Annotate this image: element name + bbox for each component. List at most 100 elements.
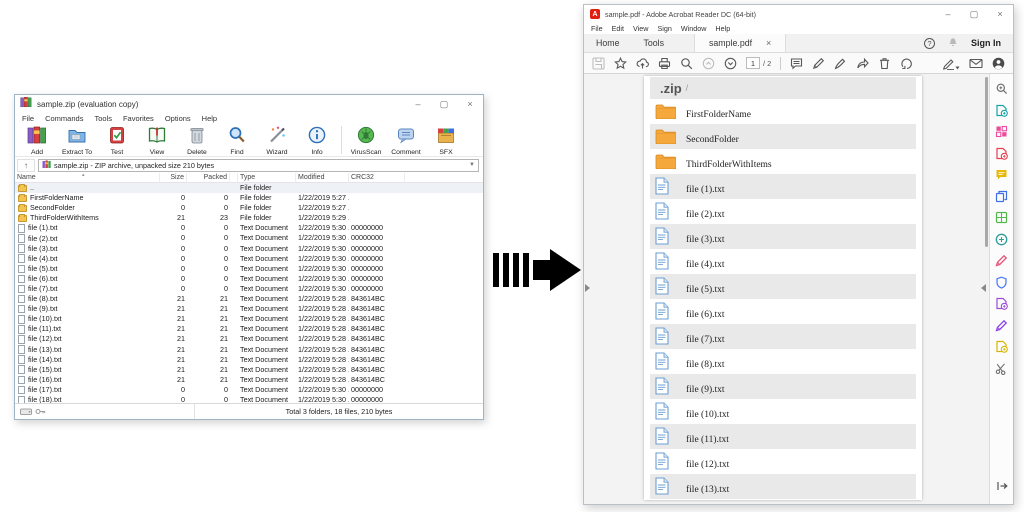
pdf-item-row[interactable]: FirstFolderName [650, 99, 916, 124]
menu-item-file[interactable]: File [22, 114, 34, 123]
redact-icon[interactable] [990, 293, 1013, 315]
column-header-name[interactable]: Name [15, 173, 160, 183]
pdf-item-row[interactable]: file (7).txt [650, 324, 916, 349]
menu-item-view[interactable]: View [633, 24, 648, 33]
file-row[interactable]: file (4).txt00Text Document1/22/2019 5:3… [15, 254, 483, 264]
pdf-item-row[interactable]: file (11).txt [650, 424, 916, 449]
ink-sign-icon[interactable] [834, 57, 847, 70]
vertical-scrollbar[interactable] [985, 77, 988, 247]
file-row[interactable]: file (5).txt00Text Document1/22/2019 5:3… [15, 264, 483, 274]
envelope-icon[interactable] [969, 57, 983, 70]
pdf-item-row[interactable]: file (10).txt [650, 399, 916, 424]
help-icon[interactable]: ? [924, 38, 935, 49]
menu-item-help[interactable]: Help [715, 24, 730, 33]
toolbar-button-info[interactable]: Info [297, 124, 337, 156]
collapse-tools-pane-icon[interactable] [981, 284, 986, 292]
column-header-modified[interactable]: Modified [296, 173, 349, 183]
toolbar-button-delete[interactable]: Delete [177, 124, 217, 156]
file-row[interactable]: file (8).txt2121Text Document1/22/2019 5… [15, 294, 483, 304]
sign-in-button[interactable]: Sign In [971, 38, 1001, 48]
search-tool-icon[interactable] [990, 78, 1013, 100]
close-tab-icon[interactable]: × [766, 38, 771, 48]
esign-icon[interactable] [943, 57, 960, 70]
pdf-item-row[interactable]: file (12).txt [650, 449, 916, 474]
file-row[interactable]: file (10).txt2121Text Document1/22/2019 … [15, 314, 483, 324]
menu-item-file[interactable]: File [591, 24, 603, 33]
file-row[interactable]: file (16).txt2121Text Document1/22/2019 … [15, 375, 483, 385]
combine-files-icon[interactable] [990, 186, 1013, 208]
menu-item-options[interactable]: Options [165, 114, 191, 123]
toolbar-button-virusscan[interactable]: VirusScan [346, 124, 386, 156]
menu-item-favorites[interactable]: Favorites [123, 114, 154, 123]
comment-icon[interactable] [790, 57, 803, 70]
save-icon[interactable] [592, 57, 605, 70]
pdf-item-row[interactable]: SecondFolder [650, 124, 916, 149]
file-row[interactable]: file (15).txt2121Text Document1/22/2019 … [15, 365, 483, 375]
column-header-packed[interactable]: Packed [187, 173, 230, 183]
toolbar-button-test[interactable]: Test [97, 124, 137, 156]
edit-pdf-icon[interactable] [990, 143, 1013, 165]
minimize-button[interactable]: – [405, 95, 431, 113]
toolbar-button-wizard[interactable]: Wizard [257, 124, 297, 156]
pdf-item-row[interactable]: file (2).txt [650, 199, 916, 224]
close-button[interactable]: × [457, 95, 483, 113]
protect-pdf-icon[interactable] [990, 272, 1013, 294]
request-signatures-icon[interactable] [990, 336, 1013, 358]
pdf-item-row[interactable]: file (5).txt [650, 274, 916, 299]
measure-icon[interactable] [990, 315, 1013, 337]
file-row[interactable]: file (6).txt00Text Document1/22/2019 5:3… [15, 274, 483, 284]
export-pdf-icon[interactable] [990, 100, 1013, 122]
print-icon[interactable] [658, 57, 671, 70]
file-row[interactable]: file (2).txt00Text Document1/22/2019 5:3… [15, 233, 483, 243]
pdf-item-row[interactable]: file (4).txt [650, 249, 916, 274]
compress-pdf-icon[interactable] [990, 229, 1013, 251]
pencil-icon[interactable] [812, 57, 825, 70]
star-icon[interactable] [614, 57, 627, 70]
toolbar-button-add[interactable]: Add [17, 124, 57, 156]
maximize-button[interactable]: ▢ [961, 5, 987, 23]
expand-nav-pane-icon[interactable] [585, 284, 590, 292]
trash-icon[interactable] [878, 57, 891, 70]
pdf-item-row[interactable]: ThirdFolderWithItems [650, 149, 916, 174]
winrar-titlebar[interactable]: sample.zip (evaluation copy) – ▢ × [15, 95, 483, 113]
menu-item-edit[interactable]: Edit [612, 24, 624, 33]
file-row[interactable]: file (14).txt2121Text Document1/22/2019 … [15, 355, 483, 365]
menu-item-sign[interactable]: Sign [657, 24, 671, 33]
toolbar-button-find[interactable]: Find [217, 124, 257, 156]
file-row[interactable]: file (9).txt2121Text Document1/22/2019 5… [15, 304, 483, 314]
acrobat-titlebar[interactable]: A sample.pdf - Adobe Acrobat Reader DC (… [584, 5, 1013, 23]
expand-tools-icon[interactable] [996, 478, 1008, 496]
file-row[interactable]: file (11).txt2121Text Document1/22/2019 … [15, 324, 483, 334]
chevron-down-icon[interactable]: ▼ [469, 162, 475, 168]
page-number-input[interactable]: 1 [746, 57, 760, 69]
fill-sign-icon[interactable] [990, 250, 1013, 272]
maximize-button[interactable]: ▢ [431, 95, 457, 113]
pdf-item-row[interactable]: file (13).txt [650, 474, 916, 499]
toolbar-button-extract-to[interactable]: Extract To [57, 124, 97, 156]
file-row[interactable]: file (18).txt00Text Document1/22/2019 5:… [15, 395, 483, 403]
pdf-item-row[interactable]: file (3).txt [650, 224, 916, 249]
minimize-button[interactable]: – [935, 5, 961, 23]
bell-icon[interactable] [947, 34, 959, 52]
toolbar-button-sfx[interactable]: SFX [426, 124, 466, 156]
file-row[interactable]: file (12).txt2121Text Document1/22/2019 … [15, 334, 483, 344]
menu-item-help[interactable]: Help [202, 114, 217, 123]
file-row[interactable]: file (13).txt2121Text Document1/22/2019 … [15, 345, 483, 355]
file-row[interactable]: FirstFolderName00File folder1/22/2019 5:… [15, 193, 483, 203]
file-row[interactable]: file (7).txt00Text Document1/22/2019 5:3… [15, 284, 483, 294]
close-button[interactable]: × [987, 5, 1013, 23]
pdf-item-row[interactable]: file (6).txt [650, 299, 916, 324]
column-header-size[interactable]: Size [160, 173, 187, 183]
toolbar-button-view[interactable]: View [137, 124, 177, 156]
up-directory-button[interactable]: ↑ [17, 159, 35, 172]
column-header-crc32[interactable]: CRC32 [349, 173, 405, 183]
file-row[interactable]: ThirdFolderWithItems2123File folder1/22/… [15, 213, 483, 223]
rotate-icon[interactable] [900, 57, 913, 70]
tab-home[interactable]: Home [584, 34, 631, 52]
page-down-icon[interactable] [724, 57, 737, 70]
search-icon[interactable] [680, 57, 693, 70]
organize-pages-icon[interactable] [990, 207, 1013, 229]
file-row[interactable]: ..File folder [15, 183, 483, 193]
file-row[interactable]: file (3).txt00Text Document1/22/2019 5:3… [15, 244, 483, 254]
pdf-item-row[interactable]: file (1).txt [650, 174, 916, 199]
